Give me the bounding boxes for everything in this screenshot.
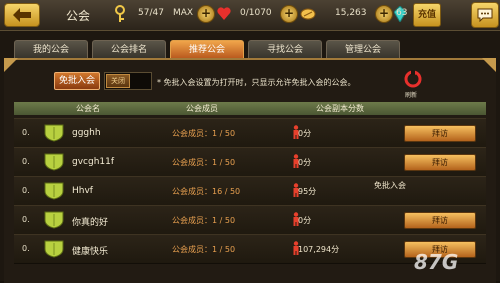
visit-button[interactable]: 拜访 [404,125,476,142]
table-row: 0. Hhvf 公会成员：16 / 50 95分 免批入会 [14,176,486,206]
guild-score: 95分 [298,187,317,196]
tab-my-guild[interactable]: 我的公会 [14,40,88,59]
guild-name: ggghh [72,128,101,138]
guild-emblem-icon [44,124,64,142]
free-join-toggle[interactable]: 关闭 [104,72,152,90]
guild-members: 公会成员：1 / 50 [172,245,236,254]
visit-button[interactable]: 拜访 [404,154,476,171]
refresh-icon[interactable] [403,69,423,89]
guild-emblem-icon [44,153,64,171]
guild-rank: 0. [22,186,30,195]
recharge-button[interactable]: 充值 [413,3,441,27]
guild-rank: 0. [22,157,30,166]
panel-corner-right [482,58,496,72]
table-row: 0. ggghh 公会成员：1 / 50 0分 拜访 [14,118,486,148]
tab-recommended-guilds[interactable]: 推荐公会 [170,40,244,59]
gold-count: 15,263 [335,8,367,18]
chat-button[interactable] [471,2,499,28]
free-join-label: 免批入会 [374,181,406,190]
gems-count: 63 [396,8,408,18]
key-icon [115,5,125,22]
guild-emblem-icon [44,240,64,258]
visit-button[interactable]: 拜访 [404,212,476,229]
heart-icon [217,7,231,20]
table-row: 0. 你真的好 公会成员：1 / 50 0分 拜访 [14,205,486,235]
table-header: 公会名 公会成员 公会副本分数 [14,102,486,115]
guild-name: 健康快乐 [72,247,109,257]
column-dungeon-score: 公会副本分数 [316,104,364,113]
guild-emblem-icon [44,211,64,229]
guild-name: gvcgh11f [72,157,115,167]
tab-manage-guild[interactable]: 管理公会 [326,40,400,59]
top-bar: 公会 57/47 MAX + 0/1070 + 15,263 + 63 充值 [0,0,500,31]
guild-score: 0分 [298,158,312,167]
table-row: 0. gvcgh11f 公会成员：1 / 50 0分 拜访 [14,147,486,177]
add-gold-button[interactable]: + [375,5,393,23]
add-hearts-button[interactable]: + [280,5,298,23]
guild-score: 107,294分 [298,245,340,254]
page-title: 公会 [66,9,91,23]
guild-rank: 0. [22,244,30,253]
guild-score: 0分 [298,216,312,225]
toggle-knob: 关闭 [106,74,130,88]
tab-bar: 我的公会 公会排名 推荐公会 寻找公会 管理公会 [10,40,490,60]
max-label: MAX [173,8,194,18]
watermark-logo: 87G [414,250,459,274]
guild-members: 公会成员：1 / 50 [172,129,236,138]
arrow-left-icon [13,8,31,22]
filter-hint: * 免批入会设置为打开时，只显示允许免批入会的公会。 [157,78,356,87]
guild-members: 公会成员：16 / 50 [172,187,241,196]
key-count: 57/47 [138,8,164,18]
refresh-label: 刷新 [405,92,418,99]
hearts-count: 0/1070 [240,8,272,18]
add-keys-button[interactable]: + [197,5,215,23]
guild-members: 公会成员：1 / 50 [172,216,236,225]
guild-members: 公会成员：1 / 50 [172,158,236,167]
guild-name: Hhvf [72,186,93,196]
guild-name: 你真的好 [72,218,109,228]
column-members: 公会成员 [186,104,218,113]
chat-bubble-icon [477,8,493,22]
back-button[interactable] [4,3,40,27]
panel-corner-left [4,58,18,72]
tab-find-guild[interactable]: 寻找公会 [248,40,322,59]
guild-score: 0分 [298,129,312,138]
gold-icon [300,8,316,20]
tab-guild-ranking[interactable]: 公会排名 [92,40,166,59]
free-join-filter-button[interactable]: 免批入会 [54,72,100,90]
guild-emblem-icon [44,182,64,200]
guild-rank: 0. [22,128,30,137]
column-guild-name: 公会名 [76,104,100,113]
guild-rank: 0. [22,215,30,224]
